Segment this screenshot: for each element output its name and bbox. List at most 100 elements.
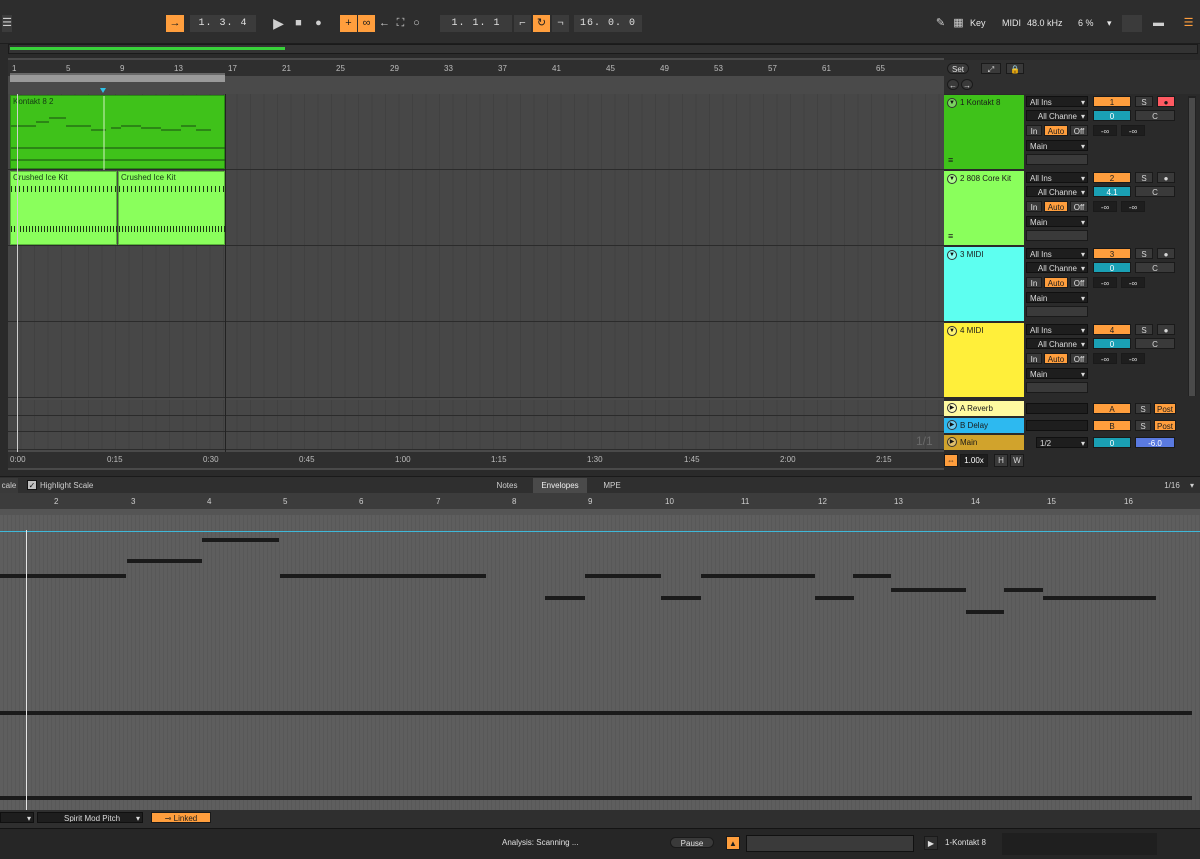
output-channel-box[interactable] — [1026, 306, 1088, 317]
input-type-select[interactable]: All Ins — [1026, 324, 1088, 335]
scrollbar-thumb[interactable] — [1189, 98, 1195, 396]
track-name[interactable]: 3 MIDI — [960, 250, 984, 259]
loop-length[interactable]: 16. 0. 0 — [574, 15, 642, 32]
note-bar[interactable] — [0, 711, 1192, 715]
lock-icon[interactable]: 🔒 — [1006, 63, 1024, 74]
menu-icon[interactable]: ☰ — [2, 15, 12, 32]
track-header-2[interactable]: ▼ 2 808 Core Kit ≡ — [944, 171, 1024, 245]
envelope-editor[interactable] — [0, 515, 1200, 811]
return-a-post[interactable]: Post — [1154, 403, 1176, 414]
chevron-down-icon[interactable]: ▾ — [1186, 478, 1198, 493]
volume-field[interactable]: 0 — [1093, 110, 1131, 121]
width-button[interactable]: W — [1010, 454, 1024, 467]
linked-button[interactable]: ⊸ Linked — [151, 812, 211, 823]
return-b-io[interactable] — [1026, 420, 1088, 431]
track-header-3[interactable]: ▼ 3 MIDI — [944, 247, 1024, 321]
note-bar[interactable] — [1043, 596, 1156, 600]
return-a-activator[interactable]: A — [1093, 403, 1131, 414]
arm-button[interactable]: ● — [1157, 96, 1175, 107]
return-lane-a[interactable] — [8, 400, 944, 416]
return-header-a[interactable]: ▶ A Reverb — [944, 401, 1024, 416]
send-a-field[interactable]: -∞ — [1093, 125, 1117, 136]
track-activator[interactable]: 2 — [1093, 172, 1131, 183]
note-bar[interactable] — [891, 588, 966, 592]
arm-button[interactable]: ● — [1157, 172, 1175, 183]
monitor-off-button[interactable]: Off — [1070, 125, 1088, 136]
return-header-b[interactable]: ▶ B Delay — [944, 418, 1024, 433]
monitor-off-button[interactable]: Off — [1070, 277, 1088, 288]
zoom-toggle-icon[interactable]: ⇔ — [944, 454, 958, 467]
arrangement-position[interactable]: 1. 3. 4 — [190, 15, 256, 32]
output-select[interactable]: Main — [1026, 368, 1088, 379]
record-icon[interactable]: ● — [310, 15, 327, 32]
note-bar[interactable] — [0, 574, 126, 578]
return-a-solo[interactable]: S — [1135, 403, 1151, 414]
send-b-field[interactable]: -∞ — [1121, 277, 1145, 288]
main-lane[interactable] — [8, 432, 944, 450]
note-bar[interactable] — [701, 574, 815, 578]
input-type-select[interactable]: All Ins — [1026, 96, 1088, 107]
back-to-arrangement-icon[interactable]: ← — [376, 15, 393, 32]
drum-clip[interactable]: Crushed Ice Kit — [10, 171, 118, 245]
keyboard-icon[interactable]: ▦ — [950, 15, 967, 32]
overdub-button[interactable]: + — [340, 15, 357, 32]
track-name[interactable]: 4 MIDI — [960, 326, 984, 335]
monitor-auto-button[interactable]: Auto — [1044, 353, 1068, 364]
track-lane-midi-4[interactable] — [8, 322, 944, 398]
stop-icon[interactable]: ■ — [290, 15, 307, 32]
envelope-device-select[interactable] — [0, 812, 34, 823]
track-name[interactable]: Main — [960, 438, 977, 447]
arm-button[interactable]: ● — [1157, 248, 1175, 259]
return-a-io[interactable] — [1026, 403, 1088, 414]
expand-icon[interactable]: ⤢ — [981, 63, 1001, 74]
solo-button[interactable]: S — [1135, 172, 1153, 183]
send-a-field[interactable]: -∞ — [1093, 201, 1117, 212]
monitor-auto-button[interactable]: Auto — [1044, 201, 1068, 212]
detail-bar-ruler[interactable]: 2 3 4 5 6 7 8 9 10 11 12 13 14 15 16 — [0, 493, 1200, 515]
play-icon[interactable]: ▶ — [270, 15, 287, 32]
input-type-select[interactable]: All Ins — [1026, 248, 1088, 259]
input-type-select[interactable]: All Ins — [1026, 172, 1088, 183]
envelope-param-select[interactable]: Spirit Mod Pitch — [37, 812, 143, 823]
send-a-field[interactable]: -∞ — [1093, 353, 1117, 364]
note-bar[interactable] — [585, 574, 661, 578]
cpu-load[interactable]: 6 % — [1078, 15, 1094, 32]
play-icon[interactable]: ▶ — [924, 836, 938, 850]
solo-button[interactable]: S — [1135, 96, 1153, 107]
monitor-auto-button[interactable]: Auto — [1044, 125, 1068, 136]
input-channel-select[interactable]: All Channe — [1026, 262, 1088, 273]
track-header-4[interactable]: ▼ 4 MIDI — [944, 323, 1024, 397]
loop-brace[interactable] — [10, 73, 225, 82]
note-bar[interactable] — [545, 596, 585, 600]
note-bar[interactable] — [661, 596, 701, 600]
chevron-down-icon[interactable]: ▾ — [1107, 15, 1112, 32]
track-name[interactable]: 2 808 Core Kit — [960, 174, 1011, 183]
monitor-auto-button[interactable]: Auto — [1044, 277, 1068, 288]
note-bar[interactable] — [853, 574, 891, 578]
draw-mode-icon[interactable]: ✎ — [932, 15, 949, 32]
tab-notes[interactable]: Notes — [486, 478, 528, 493]
input-channel-select[interactable]: All Channe — [1026, 186, 1088, 197]
selected-track-name[interactable]: 1-Kontakt 8 — [945, 838, 986, 847]
solo-button[interactable]: S — [1135, 324, 1153, 335]
main-level-field[interactable]: -6.0 — [1135, 437, 1175, 448]
cue-output-select[interactable]: 1/2 — [1036, 437, 1088, 448]
zoom-field[interactable]: 1.00x — [960, 454, 988, 467]
drum-clip[interactable]: Crushed Ice Kit — [118, 171, 226, 245]
note-bar[interactable] — [0, 796, 1192, 800]
monitor-in-button[interactable]: In — [1026, 201, 1042, 212]
pan-field[interactable]: C — [1135, 262, 1175, 273]
note-bar[interactable] — [966, 610, 1004, 614]
punch-in-icon[interactable]: ⌐ — [514, 15, 531, 32]
send-b-field[interactable]: -∞ — [1121, 125, 1145, 136]
track-lane-midi-3[interactable] — [8, 246, 944, 322]
input-channel-select[interactable]: All Channe — [1026, 110, 1088, 121]
play-icon[interactable]: ▶ — [947, 403, 957, 413]
fold-icon[interactable]: ▼ — [947, 326, 957, 336]
monitor-in-button[interactable]: In — [1026, 277, 1042, 288]
pause-button[interactable]: Pause — [670, 837, 714, 848]
hamburger-icon[interactable]: ☰ — [1180, 15, 1197, 32]
return-lane-b[interactable] — [8, 416, 944, 432]
track-header-1[interactable]: ▼ 1 Kontakt 8 ≡ — [944, 95, 1024, 169]
tab-envelopes[interactable]: Envelopes — [533, 478, 587, 493]
